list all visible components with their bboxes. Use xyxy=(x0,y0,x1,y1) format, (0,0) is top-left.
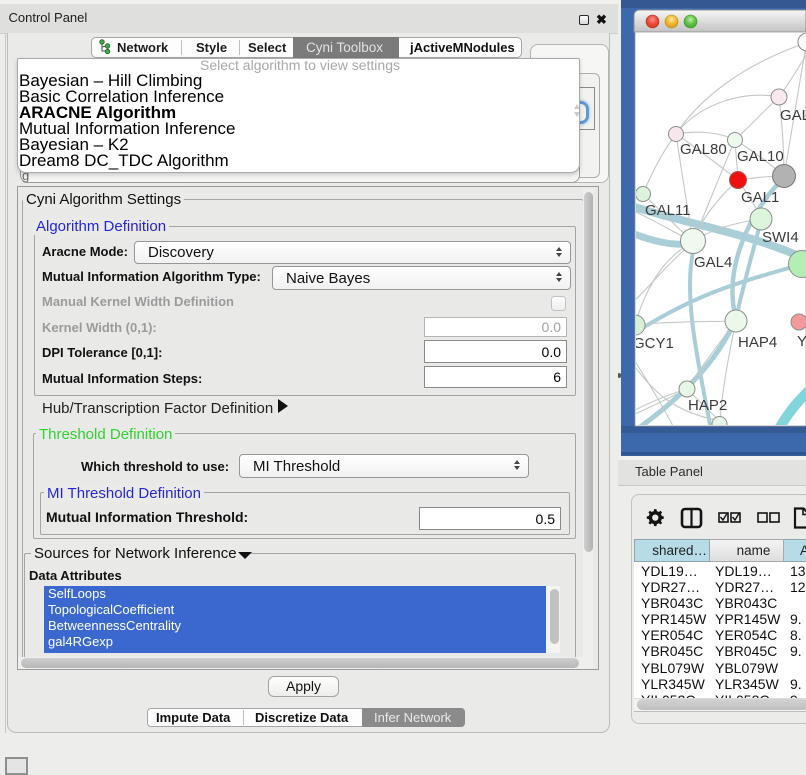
svg-text:GAL11: GAL11 xyxy=(645,202,691,219)
svg-text:HAP4: HAP4 xyxy=(738,334,777,351)
svg-text:Y: Y xyxy=(797,333,806,350)
svg-text:GAL4: GAL4 xyxy=(694,254,732,271)
svg-text:GCY1: GCY1 xyxy=(633,335,674,352)
svg-text:GAL80: GAL80 xyxy=(680,141,727,158)
svg-text:GAL2: GAL2 xyxy=(780,107,806,124)
svg-text:HAP2: HAP2 xyxy=(688,397,727,414)
svg-text:GAL10: GAL10 xyxy=(737,148,784,165)
svg-text:SWI4: SWI4 xyxy=(762,229,799,246)
svg-text:GAL1: GAL1 xyxy=(741,189,779,206)
